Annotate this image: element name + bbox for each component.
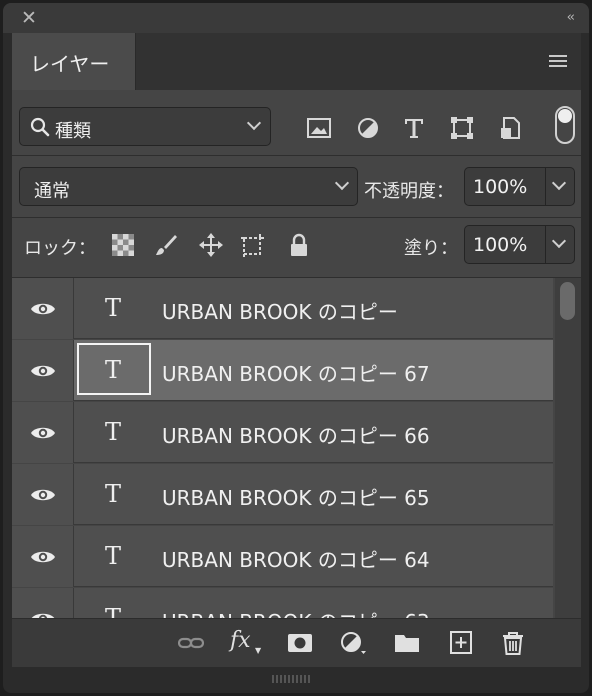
- fx-icon[interactable]: fx ▼: [230, 628, 261, 655]
- tab-layers[interactable]: レイヤー: [12, 33, 136, 90]
- delete-icon[interactable]: [500, 631, 526, 655]
- layer-name: URBAN BROOK のコピー 65: [162, 486, 430, 510]
- divider: [545, 226, 546, 263]
- panel-menu-icon[interactable]: [549, 55, 567, 69]
- chevron-down-icon: [334, 175, 350, 191]
- blend-mode-value: 通常: [34, 181, 70, 202]
- layer-list-scrollbar[interactable]: [555, 278, 581, 618]
- layer-thumbnail: T: [77, 467, 151, 519]
- layer-thumbnail: T: [77, 591, 151, 618]
- visibility-toggle[interactable]: [12, 402, 74, 463]
- layer-name: URBAN BROOK のコピー 66: [162, 424, 430, 448]
- visibility-toggle[interactable]: [12, 588, 74, 618]
- filter-row: 種類: [12, 90, 581, 152]
- filter-toggle-switch[interactable]: [555, 106, 575, 144]
- text-layer-icon: T: [105, 294, 122, 322]
- toggle-knob: [558, 109, 572, 123]
- resize-grip[interactable]: [272, 668, 314, 683]
- eye-icon: [31, 303, 55, 315]
- layer-row[interactable]: T URBAN BROOK のコピー: [12, 278, 553, 339]
- close-icon[interactable]: ✕: [19, 8, 39, 28]
- panel-footer-toolbar: fx ▼: [12, 618, 581, 667]
- new-adjustment-icon[interactable]: [340, 631, 366, 655]
- layer-name: URBAN BROOK のコピー 64: [162, 548, 430, 572]
- opacity-label: 不透明度：: [364, 181, 454, 202]
- fill-label: 塗り：: [404, 238, 458, 259]
- text-layer-icon: T: [105, 480, 122, 508]
- layer-row[interactable]: T URBAN BROOK のコピー 65: [12, 464, 553, 525]
- lock-artboard-icon[interactable]: [241, 233, 265, 257]
- visibility-toggle[interactable]: [12, 464, 74, 525]
- blend-mode-select[interactable]: 通常: [19, 167, 358, 206]
- tab-layers-label: レイヤー: [30, 52, 110, 76]
- layers-panel-window: ✕ ‹‹ レイヤー 種類 通常 不透明度： 100% ロック： 塗り： 100%…: [3, 3, 589, 693]
- fill-value: 100%: [473, 234, 528, 256]
- opacity-field[interactable]: 100%: [464, 167, 575, 206]
- layer-thumbnail: T: [77, 405, 151, 457]
- visibility-toggle[interactable]: [12, 278, 74, 339]
- eye-icon: [31, 427, 55, 439]
- image-filter-icon[interactable]: [307, 117, 331, 139]
- layer-row[interactable]: T URBAN BROOK のコピー 66: [12, 402, 553, 463]
- collapse-panel-icon[interactable]: ‹‹: [567, 10, 576, 25]
- chevron-down-icon[interactable]: [551, 175, 567, 191]
- chevron-down-icon[interactable]: [551, 233, 567, 249]
- layer-thumbnail: T: [77, 529, 151, 581]
- lock-transparent-pixels-icon[interactable]: [111, 233, 135, 257]
- divider: [12, 155, 581, 156]
- text-layer-icon: T: [105, 604, 122, 618]
- visibility-toggle[interactable]: [12, 526, 74, 587]
- add-mask-icon[interactable]: [287, 631, 313, 655]
- filter-kind-select[interactable]: 種類: [19, 107, 271, 146]
- layer-thumbnail: T: [77, 343, 151, 395]
- layer-name: URBAN BROOK のコピー 63: [162, 606, 430, 618]
- layer-row[interactable]: T URBAN BROOK のコピー 63: [12, 588, 553, 618]
- layer-list: T URBAN BROOK のコピー T URBAN BROOK のコピー 67…: [12, 278, 553, 618]
- eye-icon: [31, 489, 55, 501]
- scrollbar-thumb[interactable]: [560, 282, 575, 320]
- divider: [12, 217, 581, 218]
- text-layer-icon: T: [105, 356, 122, 384]
- fill-field[interactable]: 100%: [464, 225, 575, 264]
- fx-label: fx: [230, 628, 251, 653]
- search-icon: [30, 117, 50, 137]
- adjustment-filter-icon[interactable]: [356, 117, 380, 139]
- eye-icon: [31, 551, 55, 563]
- layer-name: URBAN BROOK のコピー: [162, 300, 398, 324]
- layer-row-selected[interactable]: T URBAN BROOK のコピー 67: [12, 340, 553, 401]
- text-layer-icon: T: [105, 418, 122, 446]
- shape-filter-icon[interactable]: [450, 117, 474, 139]
- opacity-value: 100%: [473, 176, 528, 198]
- layer-name: URBAN BROOK のコピー 67: [162, 362, 430, 386]
- caret-down-icon: ▼: [255, 646, 262, 655]
- chevron-down-icon: [246, 115, 262, 131]
- lock-image-pixels-icon[interactable]: [154, 233, 178, 257]
- lock-all-icon[interactable]: [287, 233, 311, 257]
- panel-title-bar: ✕ ‹‹: [3, 3, 589, 33]
- new-layer-icon[interactable]: [448, 631, 474, 655]
- layer-thumbnail: T: [77, 281, 151, 333]
- divider: [545, 168, 546, 205]
- eye-icon: [31, 613, 55, 618]
- layer-row[interactable]: T URBAN BROOK のコピー 64: [12, 526, 553, 587]
- new-group-icon[interactable]: [394, 631, 420, 655]
- smart-object-filter-icon[interactable]: [499, 117, 523, 139]
- layers-panel: レイヤー 種類 通常 不透明度： 100% ロック： 塗り： 100% T UR…: [12, 33, 581, 667]
- lock-label: ロック：: [24, 238, 96, 259]
- eye-icon: [31, 365, 55, 377]
- link-layers-icon[interactable]: [178, 631, 204, 655]
- visibility-toggle[interactable]: [12, 340, 74, 401]
- panel-tab-bar: レイヤー: [12, 33, 581, 90]
- filter-kind-label: 種類: [55, 121, 91, 142]
- text-layer-icon: T: [105, 542, 122, 570]
- type-filter-icon[interactable]: [402, 117, 426, 139]
- lock-position-icon[interactable]: [199, 233, 223, 257]
